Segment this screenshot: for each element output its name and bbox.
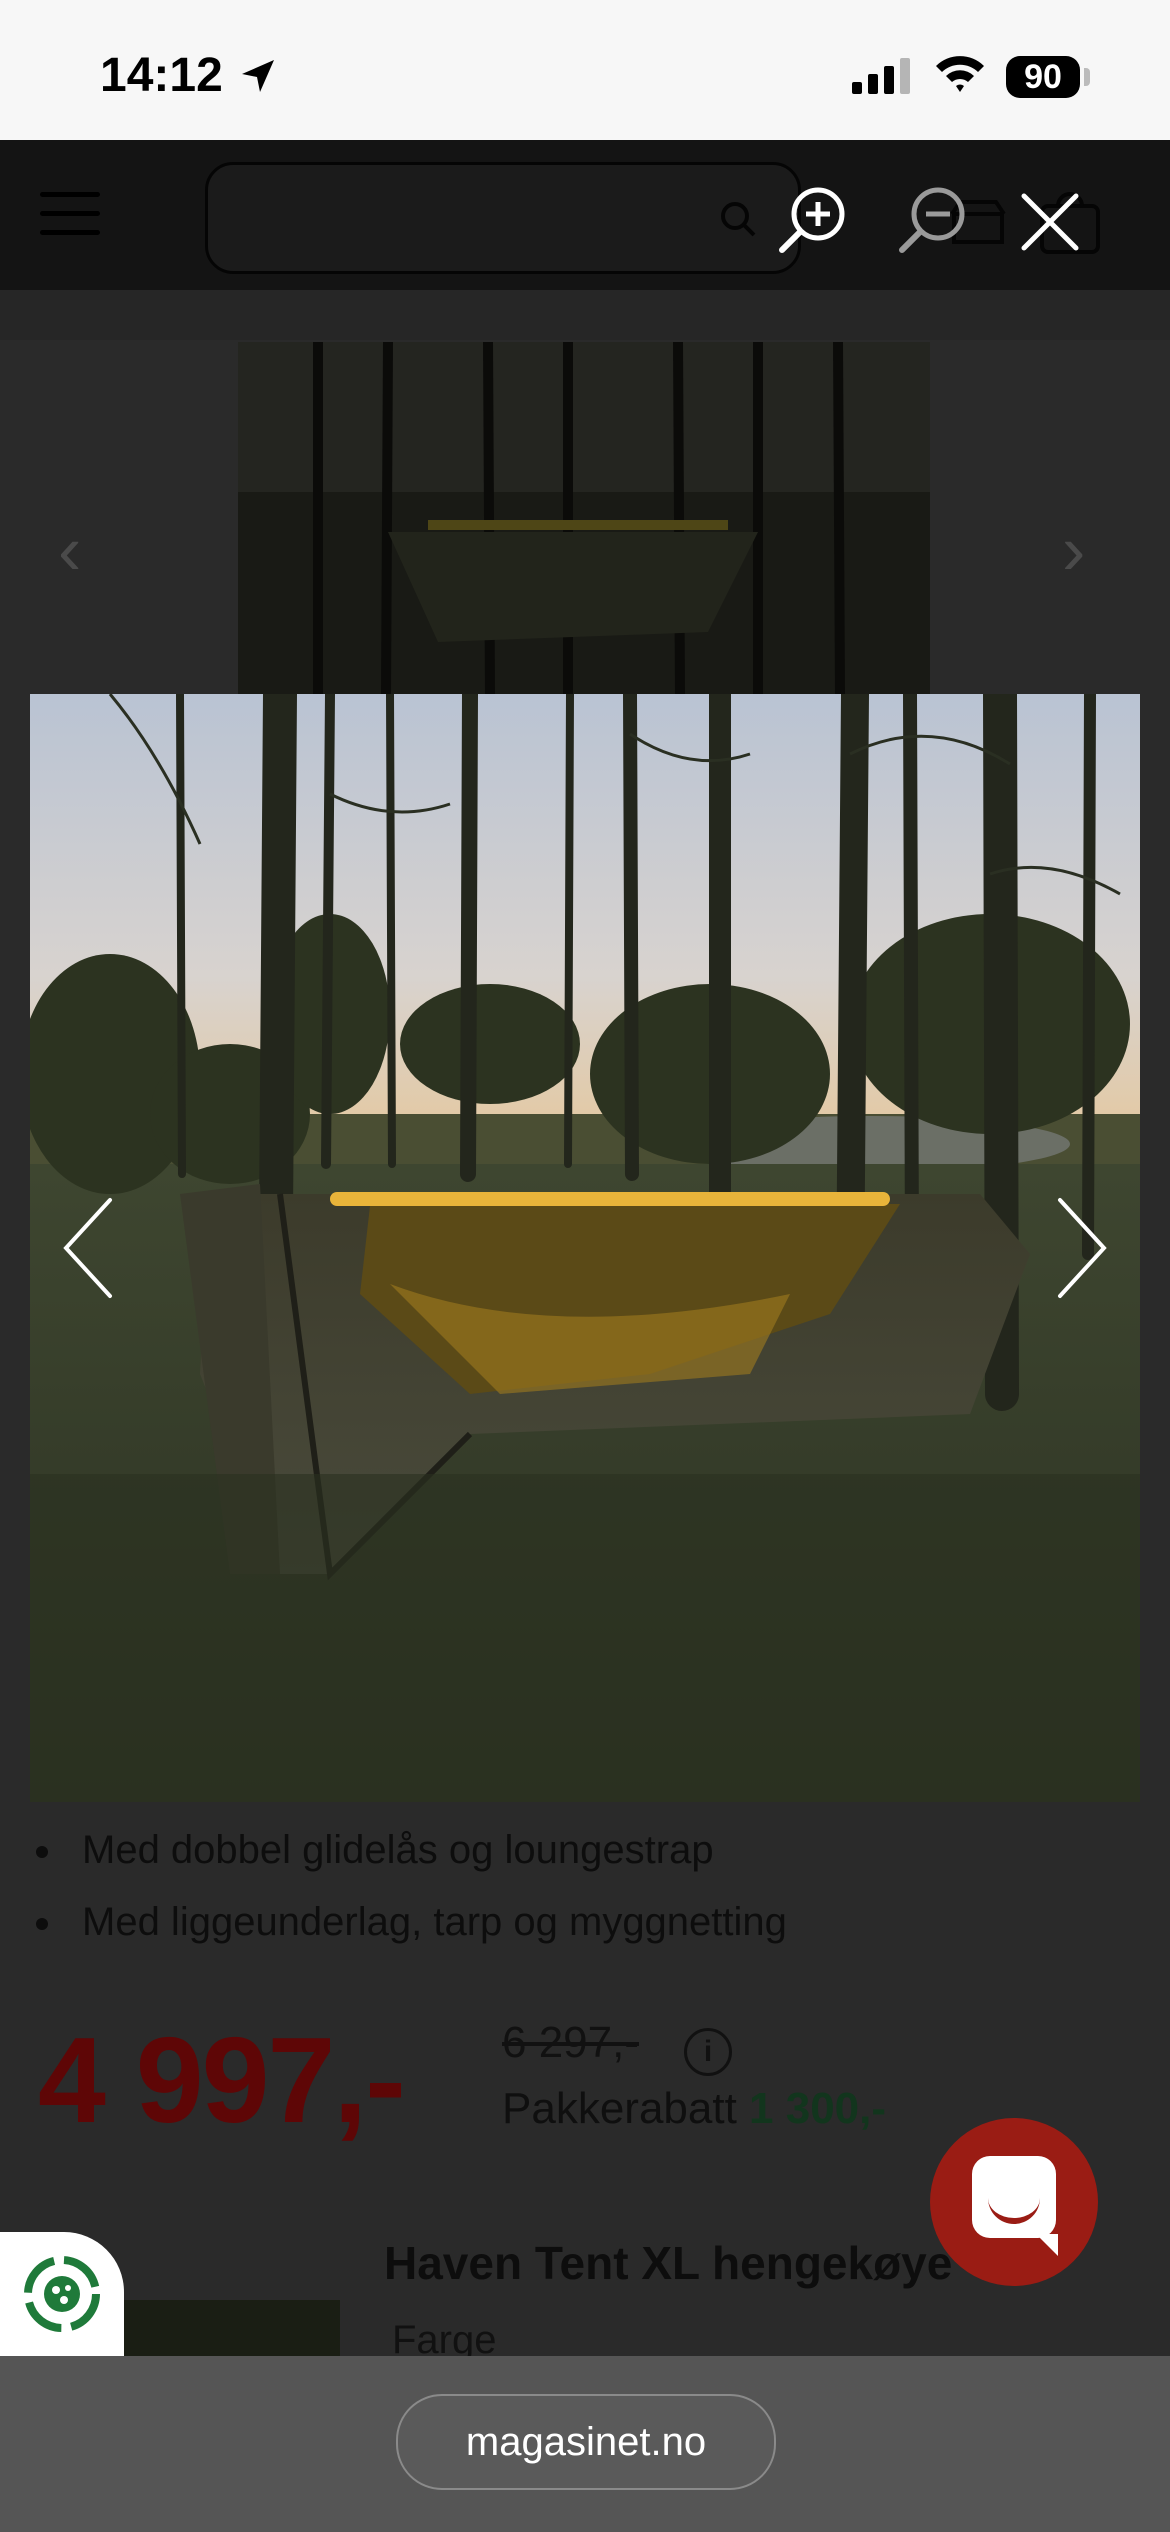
close-button[interactable] — [1018, 190, 1082, 254]
chat-icon — [972, 2156, 1058, 2256]
discount-label: Pakkerabatt — [502, 2084, 737, 2133]
search-icon — [721, 202, 756, 237]
feature-item: Med liggeunderlag, tarp og myggnetting — [36, 1900, 787, 1945]
feature-text: Med dobbel glidelås og loungestrap — [82, 1828, 714, 1872]
discount-value: 1 300,- — [749, 2084, 887, 2133]
feature-text: Med liggeunderlag, tarp og myggnetting — [82, 1900, 787, 1944]
browser-bottom-bar: magasinet.no — [0, 2356, 1170, 2532]
discount-row: Pakkerabatt 1 300,- — [502, 2084, 886, 2134]
product-photo[interactable] — [30, 694, 1140, 1802]
dim-prev-arrow: ‹ — [58, 511, 82, 589]
status-bar: 14:12 90 — [0, 0, 1170, 140]
gallery-preview-image — [238, 342, 930, 694]
status-time: 14:12 — [100, 49, 223, 102]
site-header — [0, 140, 1170, 290]
previous-image-button[interactable] — [58, 1196, 118, 1300]
product-price: 4 997,- — [38, 2012, 406, 2148]
search-input[interactable] — [205, 162, 801, 274]
wifi-icon — [936, 56, 984, 92]
old-price: 6 297,- — [502, 2018, 639, 2067]
bundle-thumbnail — [124, 2300, 340, 2356]
chat-button[interactable] — [930, 2118, 1098, 2286]
info-icon[interactable]: i — [684, 2028, 732, 2076]
battery-indicator: 90 — [1006, 56, 1080, 98]
feature-item: Med dobbel glidelås og loungestrap — [36, 1828, 714, 1873]
next-image-button[interactable] — [1052, 1196, 1112, 1300]
dim-next-arrow: › — [1062, 511, 1086, 589]
bundle-title: Haven Tent XL hengekøye — [384, 2237, 953, 2289]
category-strip — [0, 290, 1170, 340]
url-bar[interactable]: magasinet.no — [396, 2394, 776, 2490]
cellular-signal-icon — [852, 58, 910, 94]
menu-icon[interactable] — [40, 192, 100, 249]
battery-tip — [1084, 68, 1090, 86]
cookie-icon — [24, 2256, 100, 2332]
cookie-settings-button[interactable] — [0, 2232, 124, 2356]
zoom-in-button[interactable] — [776, 184, 848, 256]
zoom-out-button[interactable] — [896, 184, 968, 256]
location-arrow-icon — [242, 60, 274, 92]
